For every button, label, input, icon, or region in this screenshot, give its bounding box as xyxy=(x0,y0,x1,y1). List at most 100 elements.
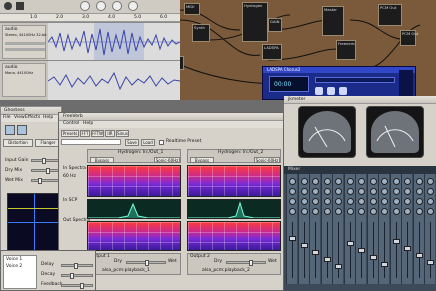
channel-fader[interactable] xyxy=(381,262,388,267)
channel-knob[interactable] xyxy=(404,208,411,215)
channel-knob[interactable] xyxy=(369,198,377,205)
channel-knob[interactable] xyxy=(323,178,331,185)
audio-track[interactable]: audio Stereo, 44100Hz 32-bit float xyxy=(0,22,180,61)
gain-knob[interactable] xyxy=(80,1,90,11)
channel-knob[interactable] xyxy=(335,188,342,195)
waveform[interactable] xyxy=(47,23,180,61)
feedback-slider[interactable] xyxy=(61,283,93,289)
menu-help[interactable]: Help xyxy=(43,115,53,121)
channel-knob[interactable] xyxy=(312,208,319,215)
channel-fader[interactable] xyxy=(369,255,377,260)
channel-knob[interactable] xyxy=(415,208,423,215)
channel-knob[interactable] xyxy=(427,208,434,215)
rate-select[interactable]: Sonic-60Hz xyxy=(154,157,180,163)
channel-knob[interactable] xyxy=(369,208,377,215)
channel-knob[interactable] xyxy=(346,198,354,205)
channel-knob[interactable] xyxy=(415,198,423,205)
channel-knob[interactable] xyxy=(346,188,354,195)
pan-slider[interactable] xyxy=(5,48,45,51)
list-item[interactable]: Voice 1 xyxy=(6,257,22,263)
channel-knob[interactable] xyxy=(323,188,331,195)
patch-node[interactable]: MIDI xyxy=(184,3,200,15)
wet-mix-slider[interactable] xyxy=(31,178,59,184)
gain-slider[interactable] xyxy=(5,42,45,45)
channel-knob[interactable] xyxy=(358,188,365,195)
channel-knob[interactable] xyxy=(427,178,434,185)
channel-fader[interactable] xyxy=(300,243,308,248)
menu-help[interactable]: Help xyxy=(83,121,93,127)
channel-fader[interactable] xyxy=(289,236,296,241)
channel-fader[interactable] xyxy=(312,250,319,255)
channel-fader[interactable] xyxy=(415,253,423,258)
patch-node[interactable]: Master xyxy=(322,6,344,36)
channel-knob[interactable] xyxy=(346,178,354,185)
patch-node[interactable]: Hydrogen xyxy=(242,2,268,42)
channel-knob[interactable] xyxy=(300,208,308,215)
save-button[interactable]: Save xyxy=(125,139,139,146)
channel-knob[interactable] xyxy=(427,188,434,195)
tab-fft[interactable]: FFT xyxy=(80,130,90,137)
bypass-button[interactable]: Bypass xyxy=(190,157,214,163)
channel-knob[interactable] xyxy=(392,188,400,195)
channel-knob[interactable] xyxy=(392,208,400,215)
input-gain-slider[interactable] xyxy=(31,158,59,164)
channel-knob[interactable] xyxy=(369,178,377,185)
channel-knob[interactable] xyxy=(323,198,331,205)
timeline-ruler[interactable]: 1.0 2.0 3.0 4.0 5.0 6.0 xyxy=(0,14,180,22)
tab-distortion[interactable]: Distortion xyxy=(3,139,33,147)
channel-knob[interactable] xyxy=(289,208,296,215)
speed-knob[interactable] xyxy=(112,1,122,11)
stop-icon[interactable] xyxy=(16,2,24,10)
tab-sinus[interactable]: Sinus xyxy=(116,130,129,137)
remove-effect-icon[interactable] xyxy=(17,125,27,135)
channel-knob[interactable] xyxy=(415,178,423,185)
channel-knob[interactable] xyxy=(381,178,388,185)
channel-knob[interactable] xyxy=(358,208,365,215)
channel-knob[interactable] xyxy=(392,198,400,205)
channel-knob[interactable] xyxy=(335,208,342,215)
patch-node[interactable]: GAIN xyxy=(268,18,282,32)
realtime-checkbox[interactable] xyxy=(159,140,164,145)
channel-knob[interactable] xyxy=(289,178,296,185)
channel-fader[interactable] xyxy=(358,248,365,253)
channel-fader[interactable] xyxy=(404,246,411,251)
waveform[interactable] xyxy=(47,61,180,100)
channel-knob[interactable] xyxy=(335,178,342,185)
menu-file[interactable]: File xyxy=(3,115,11,121)
channel-knob[interactable] xyxy=(404,188,411,195)
decay-slider[interactable] xyxy=(61,273,93,279)
output-target[interactable]: alsa_pcm:playback_1 xyxy=(102,268,150,274)
channel-fader[interactable] xyxy=(335,264,342,269)
pause-icon[interactable] xyxy=(327,87,335,95)
volume-bar[interactable] xyxy=(399,70,413,96)
pan-knob[interactable] xyxy=(96,1,106,11)
tab-iir[interactable]: IIR xyxy=(105,130,115,137)
track-name[interactable]: audio xyxy=(5,27,17,33)
menu-view[interactable]: View xyxy=(14,115,25,121)
play-icon[interactable] xyxy=(315,87,323,95)
bypass-button[interactable]: Bypass xyxy=(90,157,114,163)
rate-select[interactable]: Sonic-60Hz xyxy=(254,157,280,163)
menu-control[interactable]: Control xyxy=(63,121,79,127)
add-effect-icon[interactable] xyxy=(5,125,15,135)
channel-knob[interactable] xyxy=(312,198,319,205)
patch-node[interactable]: PCM Out xyxy=(400,30,418,46)
dry-mix-slider[interactable] xyxy=(31,168,59,174)
channel-knob[interactable] xyxy=(392,178,400,185)
patch-node[interactable]: Freeverb xyxy=(336,40,356,60)
load-button[interactable]: Load xyxy=(141,139,155,146)
channel-knob[interactable] xyxy=(381,198,388,205)
delay-slider[interactable] xyxy=(61,263,93,269)
preset-field[interactable] xyxy=(61,139,121,145)
channel-knob[interactable] xyxy=(289,198,296,205)
channel-knob[interactable] xyxy=(312,188,319,195)
channel-fader[interactable] xyxy=(346,241,354,246)
tab-presets[interactable]: Presets xyxy=(61,130,79,137)
channel-knob[interactable] xyxy=(404,198,411,205)
menu-effects[interactable]: Effects xyxy=(25,115,40,121)
record-icon[interactable] xyxy=(4,2,12,10)
channel-knob[interactable] xyxy=(312,178,319,185)
channel-knob[interactable] xyxy=(323,208,331,215)
patch-node[interactable]: PCM Out xyxy=(378,4,402,26)
output-target[interactable]: alsa_pcm:playback_2 xyxy=(202,268,250,274)
